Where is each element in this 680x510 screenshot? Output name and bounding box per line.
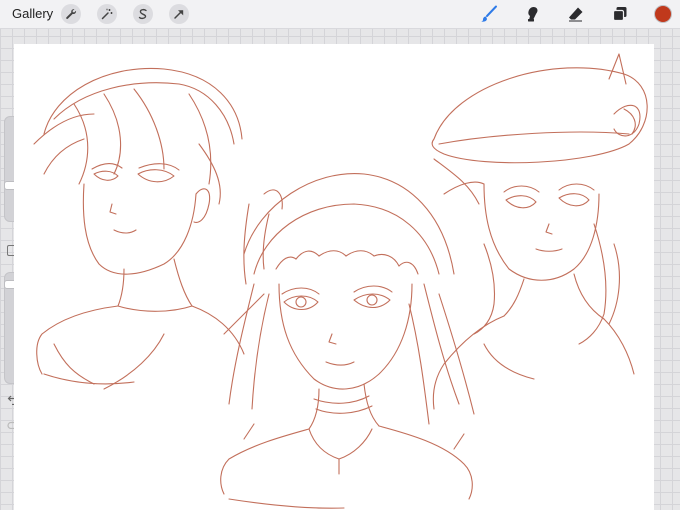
eraser-icon[interactable] bbox=[566, 4, 586, 24]
drawing-canvas[interactable] bbox=[14, 44, 654, 510]
layers-icon[interactable] bbox=[610, 4, 630, 24]
adjustments-wand-icon[interactable] bbox=[97, 4, 117, 24]
smudge-icon[interactable] bbox=[523, 4, 543, 24]
actions-wrench-icon[interactable] bbox=[61, 4, 81, 24]
brush-icon[interactable] bbox=[479, 4, 499, 24]
selection-s-icon[interactable] bbox=[133, 4, 153, 24]
current-color-swatch[interactable] bbox=[654, 5, 672, 23]
sketch-artwork bbox=[33, 53, 648, 509]
transform-arrow-icon[interactable] bbox=[169, 4, 189, 24]
top-toolbar: Gallery bbox=[0, 0, 680, 29]
gallery-button[interactable]: Gallery bbox=[12, 6, 53, 22]
